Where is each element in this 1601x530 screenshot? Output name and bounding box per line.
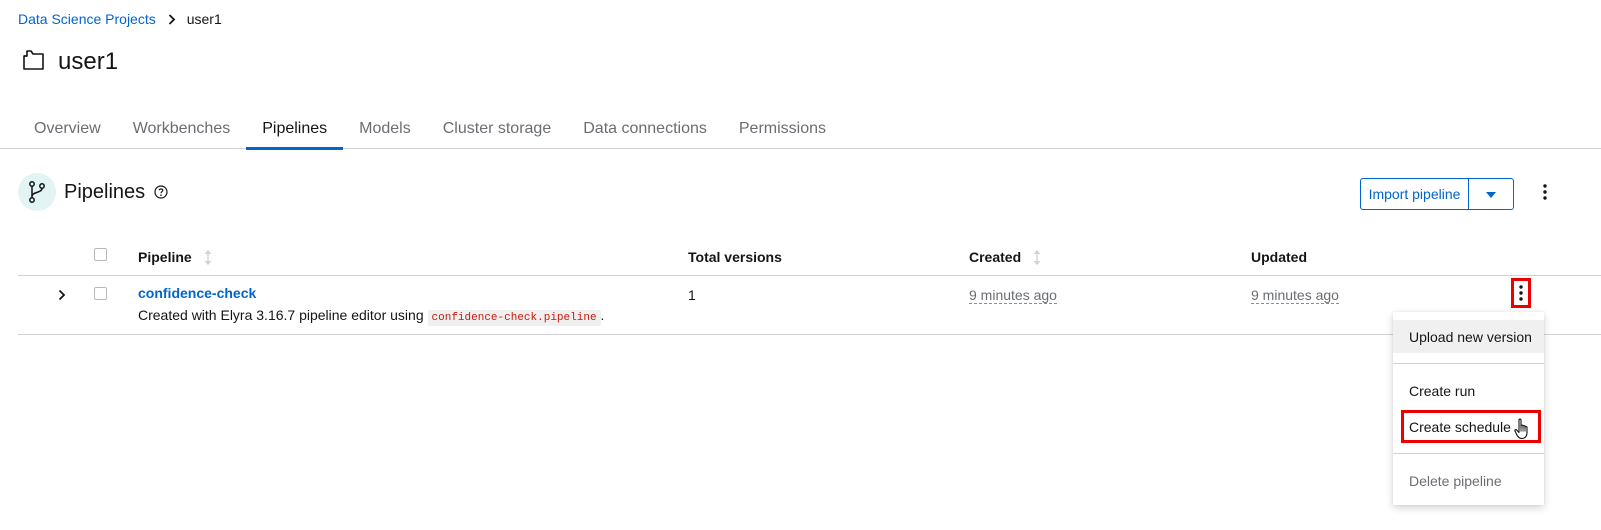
updated-cell: 9 minutes ago bbox=[1251, 287, 1339, 304]
created-cell: 9 minutes ago bbox=[969, 287, 1057, 304]
pipeline-file-code: confidence-check.pipeline bbox=[427, 310, 601, 326]
kebab-icon bbox=[1519, 285, 1523, 301]
total-versions-cell: 1 bbox=[688, 287, 696, 303]
help-icon[interactable] bbox=[154, 185, 168, 199]
tab-data-connections[interactable]: Data connections bbox=[567, 108, 723, 149]
tab-models[interactable]: Models bbox=[343, 108, 427, 149]
sort-icon bbox=[204, 249, 212, 265]
pipeline-name-link[interactable]: confidence-check bbox=[138, 285, 256, 301]
menu-item-create-run[interactable]: Create run bbox=[1393, 374, 1544, 407]
row-kebab-button[interactable] bbox=[1511, 278, 1531, 308]
import-pipeline-toggle[interactable] bbox=[1469, 179, 1513, 209]
pipeline-description: Created with Elyra 3.16.7 pipeline edito… bbox=[138, 307, 605, 326]
page-title: user1 bbox=[22, 47, 118, 77]
section-kebab-button[interactable] bbox=[1537, 184, 1553, 204]
tab-workbenches[interactable]: Workbenches bbox=[117, 108, 247, 149]
kebab-icon bbox=[1543, 184, 1547, 200]
column-header-updated: Updated bbox=[1251, 249, 1307, 265]
sort-icon bbox=[1033, 249, 1041, 265]
table-header: Pipeline Total versions Created Updated bbox=[18, 238, 1601, 276]
row-select-checkbox[interactable] bbox=[94, 287, 107, 300]
breadcrumb-data-science-projects[interactable]: Data Science Projects bbox=[18, 11, 156, 27]
chevron-right-icon bbox=[168, 13, 176, 25]
select-all-checkbox[interactable] bbox=[94, 248, 107, 261]
project-folder-icon bbox=[22, 49, 46, 76]
menu-divider bbox=[1393, 453, 1544, 454]
project-tabs: Overview Workbenches Pipelines Models Cl… bbox=[0, 108, 1601, 150]
menu-item-delete-pipeline: Delete pipeline bbox=[1409, 472, 1502, 489]
pipelines-table: Pipeline Total versions Created Updated … bbox=[18, 238, 1601, 335]
column-header-total-versions: Total versions bbox=[688, 249, 782, 265]
hand-cursor-icon bbox=[1514, 418, 1532, 445]
expand-row-button[interactable] bbox=[58, 288, 66, 304]
import-pipeline-button[interactable]: Import pipeline bbox=[1361, 179, 1469, 209]
table-row: confidence-check Created with Elyra 3.16… bbox=[18, 276, 1601, 335]
breadcrumb-current: user1 bbox=[186, 11, 222, 27]
column-header-pipeline[interactable]: Pipeline bbox=[138, 249, 212, 265]
import-pipeline-split-button: Import pipeline bbox=[1360, 178, 1514, 210]
column-header-created[interactable]: Created bbox=[969, 249, 1041, 265]
tab-overview[interactable]: Overview bbox=[18, 108, 117, 149]
tab-pipelines[interactable]: Pipelines bbox=[246, 108, 344, 150]
chevron-right-icon bbox=[58, 289, 66, 301]
menu-divider bbox=[1393, 363, 1544, 364]
pipelines-section-header: Pipelines bbox=[18, 173, 168, 211]
caret-down-icon bbox=[1486, 185, 1496, 203]
menu-item-upload-new-version[interactable]: Upload new version bbox=[1393, 320, 1544, 353]
section-title: Pipelines bbox=[64, 180, 146, 203]
tab-permissions[interactable]: Permissions bbox=[723, 108, 842, 149]
breadcrumb: Data Science Projects user1 bbox=[18, 11, 222, 27]
tab-cluster-storage[interactable]: Cluster storage bbox=[427, 108, 568, 149]
pipeline-branch-icon bbox=[18, 173, 56, 211]
project-title: user1 bbox=[58, 48, 119, 75]
row-actions-menu: Upload new version Create run Create sch… bbox=[1393, 312, 1544, 505]
